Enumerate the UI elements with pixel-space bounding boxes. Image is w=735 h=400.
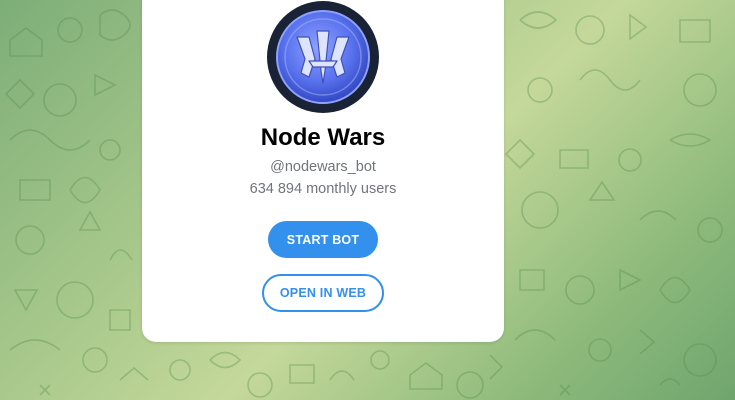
node-wars-logo-icon [296,30,350,84]
bot-avatar [267,1,379,113]
open-in-web-button[interactable]: OPEN IN WEB [262,274,384,312]
monthly-users-count: 634 894 monthly users [249,181,397,197]
bot-name: Node Wars [260,124,386,151]
start-bot-button[interactable]: START BOT [268,221,378,258]
bot-username[interactable]: @nodewars_bot [142,159,504,175]
